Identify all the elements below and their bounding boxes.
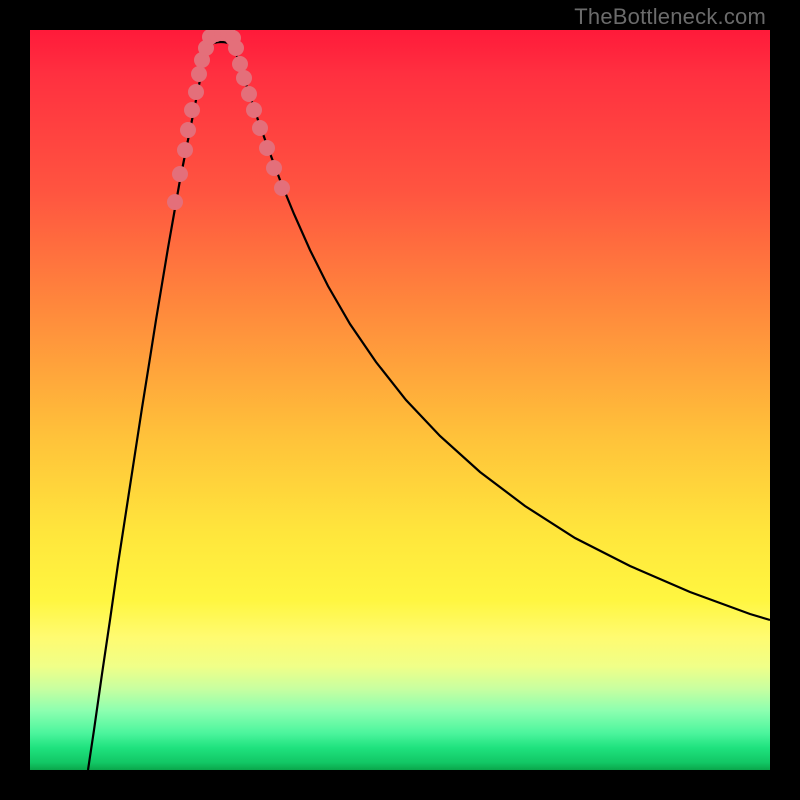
curve-svg: [30, 30, 770, 770]
data-dot: [184, 102, 200, 118]
chart-frame: TheBottleneck.com: [0, 0, 800, 800]
data-dot: [259, 140, 275, 156]
data-dot: [236, 70, 252, 86]
data-dot: [191, 66, 207, 82]
data-dot: [172, 166, 188, 182]
watermark-text: TheBottleneck.com: [574, 4, 766, 30]
data-dot: [246, 102, 262, 118]
curve-right: [234, 45, 770, 620]
data-dot: [274, 180, 290, 196]
plot-area: [30, 30, 770, 770]
data-dot: [252, 120, 268, 136]
data-dot: [188, 84, 204, 100]
data-dot: [232, 56, 248, 72]
data-dots: [167, 30, 290, 210]
data-dot: [167, 194, 183, 210]
data-dot: [177, 142, 193, 158]
data-dot: [228, 40, 244, 56]
data-dot: [180, 122, 196, 138]
data-dot: [241, 86, 257, 102]
data-dot: [266, 160, 282, 176]
